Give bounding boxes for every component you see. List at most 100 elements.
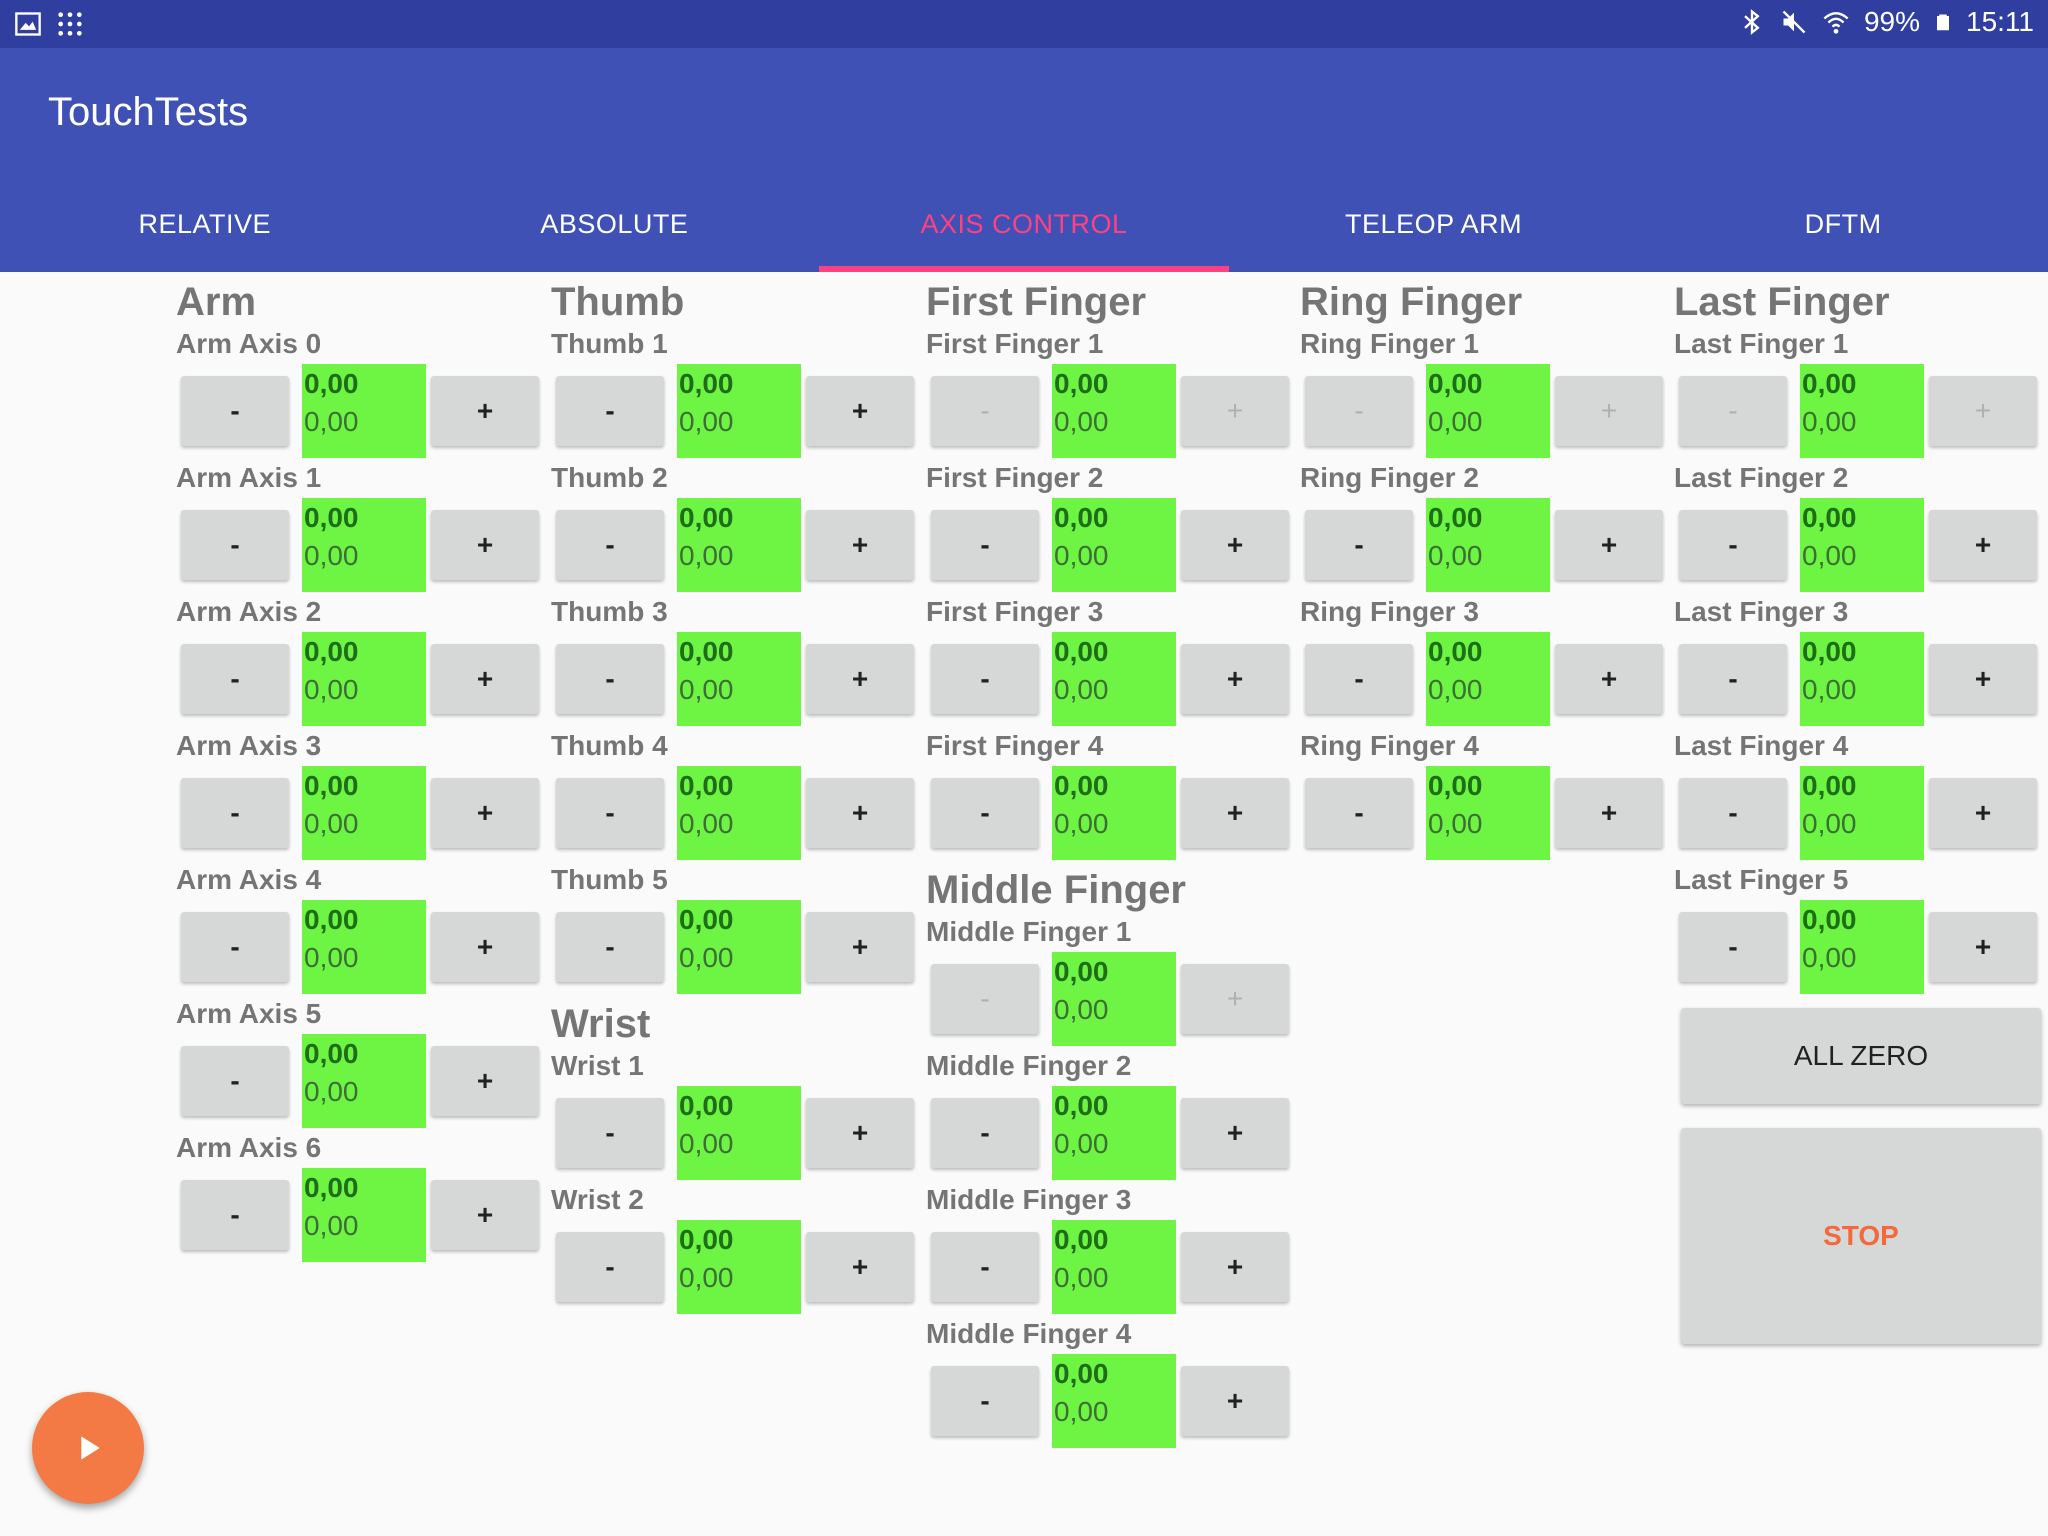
ring-finger-column: Ring Finger Ring Finger 1-0,00 0,00 + Ring … xyxy=(1300,272,1674,860)
increment-button[interactable]: + xyxy=(1181,1098,1289,1168)
increment-button[interactable]: + xyxy=(1929,644,2037,714)
increment-button[interactable]: + xyxy=(806,1098,914,1168)
increment-button[interactable]: + xyxy=(806,376,914,446)
target-value: 0,00 xyxy=(1802,636,1857,667)
axis-row: -0,00 0,00 + xyxy=(551,1218,925,1314)
increment-button[interactable]: + xyxy=(431,644,539,714)
axis-label: Wrist 2 xyxy=(551,1184,644,1215)
increment-button[interactable]: + xyxy=(1181,376,1289,446)
decrement-button[interactable]: - xyxy=(1305,510,1413,580)
actual-value: 0,00 xyxy=(1054,406,1109,437)
increment-button[interactable]: + xyxy=(806,912,914,982)
decrement-button[interactable]: - xyxy=(1305,376,1413,446)
increment-button[interactable]: + xyxy=(1181,778,1289,848)
decrement-button[interactable]: - xyxy=(556,644,664,714)
increment-button[interactable]: + xyxy=(806,644,914,714)
battery-icon xyxy=(1937,14,1949,31)
play-fab-button[interactable] xyxy=(32,1392,144,1504)
play-icon xyxy=(81,1436,100,1460)
actual-value: 0,00 xyxy=(1054,674,1109,705)
decrement-button[interactable]: - xyxy=(1679,376,1787,446)
axis-row: -0,00 0,00 + xyxy=(176,630,550,726)
increment-button[interactable]: + xyxy=(806,510,914,580)
increment-button[interactable]: + xyxy=(1555,376,1663,446)
increment-button[interactable]: + xyxy=(1555,510,1663,580)
increment-button[interactable]: + xyxy=(1555,778,1663,848)
axis-label: First Finger 2 xyxy=(926,462,1104,493)
decrement-button[interactable]: - xyxy=(1679,644,1787,714)
arm-column: Arm Arm Axis 0-0,00 0,00 + Arm Axis 1-0,00 0… xyxy=(176,272,550,1262)
decrement-button[interactable]: - xyxy=(931,1366,1039,1436)
decrement-button[interactable]: - xyxy=(931,1098,1039,1168)
increment-button[interactable]: + xyxy=(1929,778,2037,848)
tab-teleop-arm[interactable]: TELEOP ARM xyxy=(1229,176,1639,272)
section-title-middle-finger: Middle Finger xyxy=(926,868,1186,912)
decrement-button[interactable]: - xyxy=(931,778,1039,848)
decrement-button[interactable]: - xyxy=(556,1232,664,1302)
increment-button[interactable]: + xyxy=(1929,510,2037,580)
decrement-button[interactable]: - xyxy=(181,510,289,580)
section-title-thumb: Thumb xyxy=(551,280,685,324)
increment-button[interactable]: + xyxy=(806,778,914,848)
axis-label: Ring Finger 1 xyxy=(1300,328,1479,359)
decrement-button[interactable]: - xyxy=(181,1180,289,1250)
target-value: 0,00 xyxy=(1054,636,1109,667)
target-value: 0,00 xyxy=(679,770,734,801)
decrement-button[interactable]: - xyxy=(181,778,289,848)
decrement-button[interactable]: - xyxy=(1679,778,1787,848)
decrement-button[interactable]: - xyxy=(556,1098,664,1168)
axis-row: -0,00 0,00 + xyxy=(1300,630,1674,726)
axis-control-arm-7: Arm Axis 6 -0,00 0,00 + xyxy=(176,1128,550,1262)
target-value: 0,00 xyxy=(1054,502,1109,533)
increment-button[interactable]: + xyxy=(806,1232,914,1302)
axis-row: -0,00 0,00 + xyxy=(1300,362,1674,458)
axis-label: Middle Finger 3 xyxy=(926,1184,1132,1215)
decrement-button[interactable]: - xyxy=(556,510,664,580)
increment-button[interactable]: + xyxy=(1181,964,1289,1034)
increment-button[interactable]: + xyxy=(431,510,539,580)
actual-value: 0,00 xyxy=(1428,406,1483,437)
tab-relative[interactable]: RELATIVE xyxy=(0,176,410,272)
increment-button[interactable]: + xyxy=(431,1046,539,1116)
tab-absolute[interactable]: ABSOLUTE xyxy=(410,176,820,272)
decrement-button[interactable]: - xyxy=(181,1046,289,1116)
increment-button[interactable]: + xyxy=(1929,912,2037,982)
decrement-button[interactable]: - xyxy=(556,912,664,982)
decrement-button[interactable]: - xyxy=(931,510,1039,580)
increment-button[interactable]: + xyxy=(1181,1366,1289,1436)
decrement-button[interactable]: - xyxy=(931,1232,1039,1302)
target-value: 0,00 xyxy=(679,502,734,533)
decrement-button[interactable]: - xyxy=(1305,644,1413,714)
decrement-button[interactable]: - xyxy=(1679,912,1787,982)
increment-button[interactable]: + xyxy=(431,912,539,982)
decrement-button[interactable]: - xyxy=(931,644,1039,714)
decrement-button[interactable]: - xyxy=(181,912,289,982)
increment-button[interactable]: + xyxy=(1181,1232,1289,1302)
increment-button[interactable]: + xyxy=(1181,644,1289,714)
decrement-button[interactable]: - xyxy=(181,376,289,446)
decrement-button[interactable]: - xyxy=(931,376,1039,446)
tab-dftm[interactable]: DFTM xyxy=(1638,176,2048,272)
decrement-button[interactable]: - xyxy=(1305,778,1413,848)
target-value: 0,00 xyxy=(679,1090,734,1121)
all-zero-button[interactable]: ALL ZERO xyxy=(1681,1008,2041,1104)
increment-button[interactable]: + xyxy=(1555,644,1663,714)
increment-button[interactable]: + xyxy=(431,1180,539,1250)
decrement-button[interactable]: - xyxy=(556,376,664,446)
increment-button[interactable]: + xyxy=(1181,510,1289,580)
decrement-button[interactable]: - xyxy=(931,964,1039,1034)
increment-button[interactable]: + xyxy=(431,778,539,848)
tab-axis-control[interactable]: AXIS CONTROL xyxy=(819,176,1229,272)
decrement-button[interactable]: - xyxy=(1679,510,1787,580)
decrement-button[interactable]: - xyxy=(556,778,664,848)
axis-control-arm-2: Arm Axis 1 -0,00 0,00 + xyxy=(176,458,550,592)
stop-button[interactable]: STOP xyxy=(1681,1128,2041,1344)
axis-row: -0,00 0,00 + xyxy=(551,496,925,592)
increment-button[interactable]: + xyxy=(431,376,539,446)
target-value: 0,00 xyxy=(304,368,359,399)
decrement-button[interactable]: - xyxy=(181,644,289,714)
axis-control-last-finger-4: Last Finger 4 -0,00 0,00 + xyxy=(1674,726,2048,860)
axis-value-display: 0,00 0,00 xyxy=(677,1220,801,1314)
axis-label: Ring Finger 2 xyxy=(1300,462,1479,493)
increment-button[interactable]: + xyxy=(1929,376,2037,446)
